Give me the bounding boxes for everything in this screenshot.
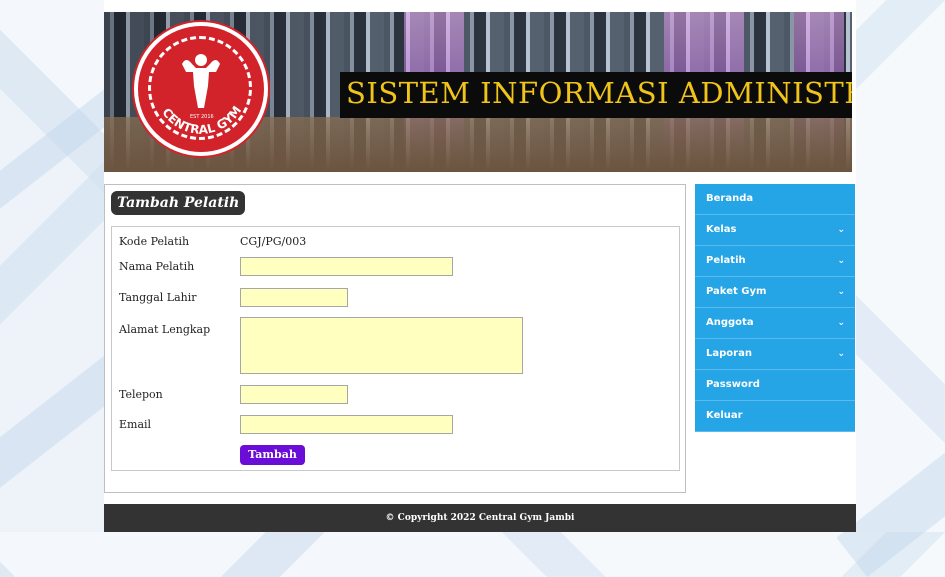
kode-pelatih-value: CGJ/PG/003: [240, 235, 307, 248]
chevron-down-icon: ⌄: [837, 256, 845, 266]
page-container: CENTRAL GYM CLUB EST 2016 SISTEM INFORMA…: [104, 0, 856, 532]
tanggal-lahir-label: Tanggal Lahir: [119, 291, 197, 304]
trainer-form: Kode Pelatih CGJ/PG/003 Nama Pelatih Tan…: [111, 226, 680, 471]
menu-item-pelatih[interactable]: Pelatih ⌄: [695, 246, 855, 277]
alamat-lengkap-textarea[interactable]: [240, 317, 523, 374]
footer: © Copyright 2022 Central Gym Jambi: [104, 504, 856, 532]
header-banner: CENTRAL GYM CLUB EST 2016 SISTEM INFORMA…: [104, 12, 852, 172]
menu-item-keluar[interactable]: Keluar: [695, 401, 855, 432]
chevron-down-icon: ⌄: [837, 287, 845, 297]
chevron-down-icon: ⌄: [837, 225, 845, 235]
telepon-label: Telepon: [119, 388, 163, 401]
menu-item-password[interactable]: Password: [695, 370, 855, 401]
logo-lettering: CENTRAL GYM CLUB EST 2016: [138, 26, 246, 137]
system-title: SISTEM INFORMASI ADMINISTRASI: [346, 76, 852, 110]
menu-item-laporan[interactable]: Laporan ⌄: [695, 339, 855, 370]
telepon-input[interactable]: [240, 385, 348, 404]
email-input[interactable]: [240, 415, 453, 434]
svg-text:CENTRAL GYM CLUB: CENTRAL GYM CLUB: [138, 26, 246, 137]
email-label: Email: [119, 418, 152, 431]
tambah-button[interactable]: Tambah: [240, 445, 305, 465]
side-menu: Beranda Kelas ⌄ Pelatih ⌄ Paket Gym ⌄ Anggo…: [695, 184, 855, 432]
chevron-down-icon: ⌄: [837, 318, 845, 328]
nama-pelatih-label: Nama Pelatih: [119, 260, 195, 273]
kode-pelatih-label: Kode Pelatih: [119, 235, 190, 248]
tanggal-lahir-input[interactable]: [240, 288, 348, 307]
menu-item-anggota[interactable]: Anggota ⌄: [695, 308, 855, 339]
gym-logo: CENTRAL GYM CLUB EST 2016: [134, 22, 268, 156]
chevron-down-icon: ⌄: [837, 349, 845, 359]
menu-item-kelas[interactable]: Kelas ⌄: [695, 215, 855, 246]
content-panel: Tambah Pelatih Kode Pelatih CGJ/PG/003 N…: [104, 184, 686, 493]
menu-item-beranda[interactable]: Beranda: [695, 184, 855, 215]
alamat-lengkap-label: Alamat Lengkap: [119, 323, 211, 336]
system-title-bar: SISTEM INFORMASI ADMINISTRASI: [340, 72, 852, 118]
copyright-text: © Copyright 2022 Central Gym Jambi: [385, 513, 575, 523]
panel-title: Tambah Pelatih: [111, 191, 246, 215]
menu-item-paket-gym[interactable]: Paket Gym ⌄: [695, 277, 855, 308]
svg-text:EST 2016: EST 2016: [190, 114, 214, 120]
nama-pelatih-input[interactable]: [240, 257, 453, 276]
